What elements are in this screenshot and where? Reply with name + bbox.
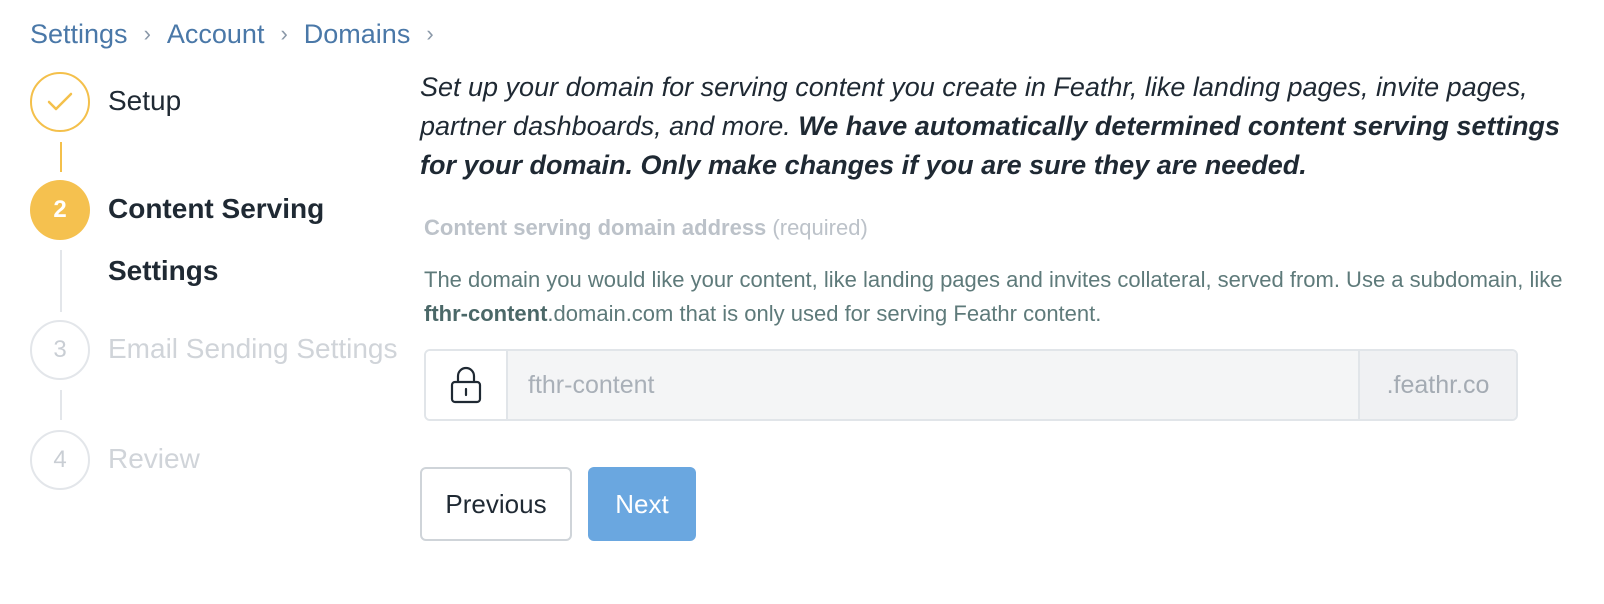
domain-input-group: .feathr.co — [424, 349, 1518, 421]
intro-text: Set up your domain for serving content y… — [420, 68, 1570, 185]
domain-input[interactable] — [508, 351, 1358, 419]
breadcrumb-separator: › — [280, 21, 288, 46]
step-4-label[interactable]: Review — [108, 428, 200, 490]
step-2-circle[interactable]: 2 — [30, 180, 90, 240]
breadcrumb-account[interactable]: Account — [167, 19, 265, 50]
step-connector — [60, 142, 62, 172]
help-before: The domain you would like your content, … — [424, 267, 1563, 292]
field-label-text: Content serving domain address — [424, 215, 767, 240]
field-label: Content serving domain address (required… — [424, 215, 1570, 241]
breadcrumb: Settings › Account › Domains › — [30, 14, 450, 54]
step-3-label[interactable]: Email Sending Settings — [108, 318, 398, 380]
step-4-circle[interactable]: 4 — [30, 430, 90, 490]
required-marker: (required) — [772, 215, 868, 240]
form-actions: Previous Next — [420, 467, 1570, 541]
breadcrumb-domains[interactable]: Domains — [304, 19, 411, 50]
main-content: Set up your domain for serving content y… — [420, 68, 1570, 541]
help-bold: fthr-content — [424, 301, 548, 326]
next-button[interactable]: Next — [588, 467, 696, 541]
step-3-circle[interactable]: 3 — [30, 320, 90, 380]
lock-icon — [450, 366, 482, 404]
step-1-label[interactable]: Setup — [108, 70, 181, 132]
breadcrumb-separator: › — [426, 21, 434, 46]
breadcrumb-settings[interactable]: Settings — [30, 19, 128, 50]
help-after: .domain.com that is only used for servin… — [547, 301, 1102, 326]
step-1-circle[interactable] — [30, 72, 90, 132]
domain-suffix: .feathr.co — [1358, 351, 1516, 419]
stepper: Setup 2 Content Serving Settings 3 Email… — [30, 72, 410, 512]
previous-button[interactable]: Previous — [420, 467, 572, 541]
field-help-text: The domain you would like your content, … — [424, 263, 1570, 331]
step-connector — [60, 250, 62, 312]
step-2-label[interactable]: Content Serving Settings — [108, 178, 368, 302]
lock-toggle[interactable] — [426, 351, 508, 419]
breadcrumb-separator: › — [143, 21, 151, 46]
step-connector — [60, 390, 62, 420]
check-icon — [47, 92, 73, 111]
